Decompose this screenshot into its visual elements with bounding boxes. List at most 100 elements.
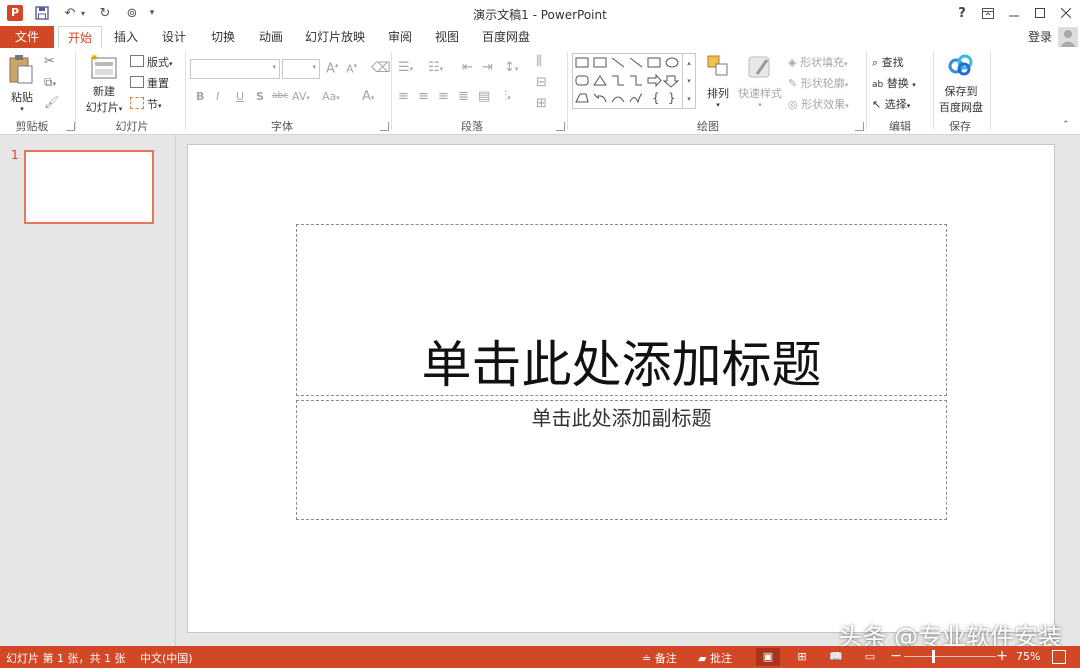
zoom-level[interactable]: 75% xyxy=(1016,650,1040,663)
minimize-button[interactable] xyxy=(1000,0,1028,26)
paste-button[interactable]: 粘贴 ▾ xyxy=(8,54,36,113)
slide-sorter-view-icon[interactable]: ⊞ xyxy=(790,648,814,666)
cut-icon[interactable]: ✂ xyxy=(44,54,55,69)
tab-view[interactable]: 视图 xyxy=(427,26,467,48)
tab-design[interactable]: 设计 xyxy=(154,26,194,48)
format-painter-icon[interactable]: 🖌 xyxy=(44,95,59,109)
separator xyxy=(990,52,991,130)
close-button[interactable] xyxy=(1052,0,1080,26)
signin-link[interactable]: 登录 xyxy=(1024,26,1056,48)
gallery-scroll-up-icon[interactable]: ▴ xyxy=(682,54,695,72)
shrink-font-button[interactable]: A▾ xyxy=(346,62,357,76)
separator xyxy=(75,52,76,130)
align-center-icon[interactable]: ≡ xyxy=(418,89,429,104)
find-label: 查找 xyxy=(881,56,904,69)
strikethrough-button[interactable]: abc xyxy=(272,91,288,101)
slide-count-status[interactable]: 幻灯片 第 1 张，共 1 张 xyxy=(6,650,125,666)
tab-file[interactable]: 文件 xyxy=(0,26,54,48)
clear-formatting-icon[interactable]: ⌫ xyxy=(371,60,391,76)
tab-insert[interactable]: 插入 xyxy=(106,26,146,48)
text-shadow-button[interactable]: S xyxy=(256,90,264,103)
language-status[interactable]: 中文(中国) xyxy=(140,650,193,666)
smartart-icon[interactable]: ⊞ xyxy=(536,96,547,111)
bold-button[interactable]: B xyxy=(196,90,204,103)
text-direction-icon[interactable]: ⫼ xyxy=(536,54,542,69)
shape-effects-icon: ◎ xyxy=(788,98,798,111)
new-slide-icon: ✷ xyxy=(90,53,117,79)
paste-label: 粘贴 xyxy=(11,91,33,104)
numbering-button[interactable]: ☷▾ xyxy=(428,60,443,75)
gallery-scroll-down-icon[interactable]: ▾ xyxy=(682,72,695,90)
align-text-icon[interactable]: ⊟ xyxy=(536,75,547,90)
shape-fill-icon: ◈ xyxy=(788,56,797,69)
copy-icon[interactable]: ⧉▾ xyxy=(44,75,56,90)
slideshow-view-icon[interactable]: ▭ xyxy=(858,648,882,666)
normal-view-icon[interactable]: ▣ xyxy=(756,648,780,666)
section-button[interactable]: 节▾ xyxy=(130,96,162,112)
paragraph-launcher-icon[interactable] xyxy=(556,122,565,131)
tab-transitions[interactable]: 切换 xyxy=(203,26,243,48)
columns-button[interactable]: ⫶▾ xyxy=(504,89,511,104)
decrease-indent-icon[interactable]: ⇤ xyxy=(462,60,473,75)
collapse-ribbon-icon[interactable]: ⌃ xyxy=(1062,120,1070,130)
select-button[interactable]: ↖ 选择▾ xyxy=(872,96,910,112)
ribbon-home: 粘贴 ▾ ✂ ⧉▾ 🖌 剪贴板 ✷ 新建 幻灯片▾ 版式▾ 重置 节▾ 幻灯片 … xyxy=(0,48,1080,135)
shape-outline-button[interactable]: ✎ 形状轮廓▾ xyxy=(788,75,848,91)
change-case-button[interactable]: Aa▾ xyxy=(322,90,340,103)
reset-button[interactable]: 重置 xyxy=(130,75,169,91)
character-spacing-button[interactable]: AV▾ xyxy=(292,90,310,103)
gallery-more-icon[interactable]: ▾ xyxy=(682,90,695,108)
tab-review[interactable]: 审阅 xyxy=(380,26,420,48)
shape-effects-button[interactable]: ◎ 形状效果▾ xyxy=(788,96,849,112)
drawing-launcher-icon[interactable] xyxy=(855,122,864,131)
ribbon-display-options-icon[interactable] xyxy=(974,0,1002,26)
zoom-slider[interactable] xyxy=(904,656,996,657)
zoom-out-button[interactable]: − xyxy=(890,648,902,664)
shape-fill-button[interactable]: ◈ 形状填充▾ xyxy=(788,54,847,70)
layout-button[interactable]: 版式▾ xyxy=(130,54,173,70)
reading-view-icon[interactable]: 📖 xyxy=(824,648,848,666)
subtitle-placeholder[interactable]: 单击此处添加副标题 xyxy=(296,400,947,520)
tab-slideshow[interactable]: 幻灯片放映 xyxy=(300,26,370,48)
pane-divider[interactable] xyxy=(175,135,176,646)
distributed-icon[interactable]: ▤ xyxy=(478,89,490,104)
replace-button[interactable]: ab 替换 ▾ xyxy=(872,75,916,91)
zoom-in-button[interactable]: + xyxy=(996,648,1008,664)
tab-baidu-netdisk[interactable]: 百度网盘 xyxy=(477,26,535,48)
title-placeholder[interactable]: 单击此处添加标题 xyxy=(296,224,947,396)
quick-styles-button[interactable]: 快速样式 ▾ xyxy=(736,54,784,114)
font-name-combobox[interactable]: ▾ xyxy=(190,59,280,79)
new-slide-label-2: 幻灯片▾ xyxy=(85,101,123,114)
align-left-icon[interactable]: ≡ xyxy=(398,89,409,104)
help-button[interactable]: ? xyxy=(948,0,976,26)
avatar[interactable] xyxy=(1058,27,1078,47)
font-launcher-icon[interactable] xyxy=(380,122,389,131)
new-slide-label-2-text: 幻灯片 xyxy=(85,101,119,114)
fit-slide-icon[interactable] xyxy=(1052,650,1066,664)
shapes-gallery[interactable]: {} ▴ ▾ ▾ xyxy=(572,53,696,109)
grow-font-button[interactable]: A▴ xyxy=(326,61,338,76)
arrange-button[interactable]: 排列 ▾ xyxy=(702,54,734,114)
comments-button[interactable]: ▰ 批注 xyxy=(698,650,732,666)
clipboard-launcher-icon[interactable] xyxy=(66,122,75,131)
underline-button[interactable]: U xyxy=(236,90,244,103)
font-size-combobox[interactable]: ▾ xyxy=(282,59,320,79)
line-spacing-button[interactable]: ↕▾ xyxy=(504,60,518,75)
new-slide-button[interactable]: ✷ 新建 幻灯片▾ xyxy=(82,52,126,114)
justify-icon[interactable]: ≣ xyxy=(458,89,469,104)
tab-animations[interactable]: 动画 xyxy=(251,26,291,48)
align-right-icon[interactable]: ≡ xyxy=(438,89,449,104)
arrange-icon xyxy=(707,55,728,76)
notes-button[interactable]: ≐ 备注 xyxy=(642,650,677,666)
bullets-button[interactable]: ☰▾ xyxy=(398,60,413,75)
find-button[interactable]: ⌕ 查找 xyxy=(872,54,904,70)
font-color-button[interactable]: A▾ xyxy=(362,89,374,104)
increase-indent-icon[interactable]: ⇥ xyxy=(482,60,493,75)
binoculars-icon: ⌕ xyxy=(872,56,879,69)
slide-thumbnail[interactable] xyxy=(24,150,154,224)
maximize-button[interactable] xyxy=(1026,0,1054,26)
zoom-slider-thumb[interactable] xyxy=(932,650,935,663)
tab-home[interactable]: 开始 xyxy=(58,26,102,48)
save-to-baidu-button[interactable]: 保存到 百度网盘 xyxy=(936,54,986,114)
italic-button[interactable]: I xyxy=(216,90,219,103)
